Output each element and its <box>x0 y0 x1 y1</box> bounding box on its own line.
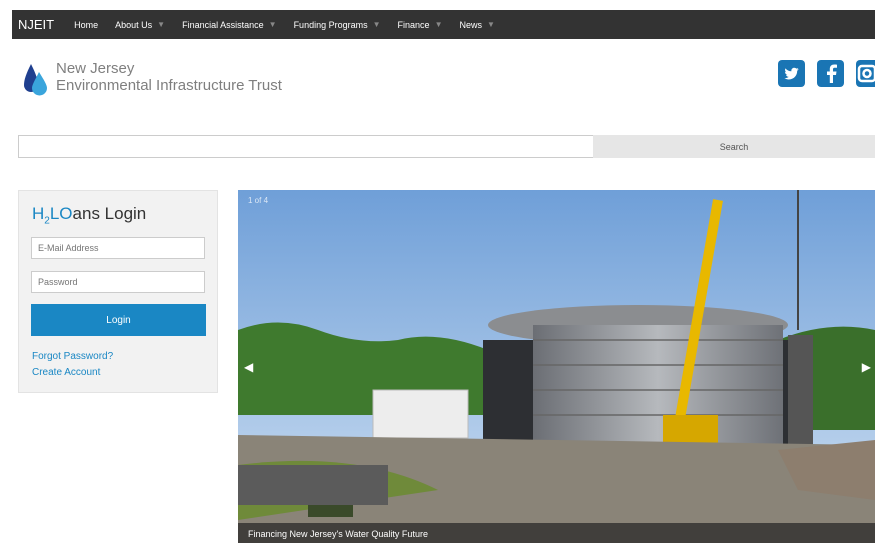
nav-financial-assistance-label: Financial Assistance <box>182 19 264 30</box>
nav-finance[interactable]: Finance ▼ <box>398 20 443 30</box>
instagram-icon[interactable] <box>856 60 875 87</box>
email-field[interactable] <box>31 237 205 259</box>
login-button[interactable]: Login <box>31 304 206 336</box>
nav-funding-programs-label: Funding Programs <box>293 19 368 30</box>
nav-home[interactable]: Home <box>74 20 98 30</box>
site-logo[interactable]: New Jersey Environmental Infrastructure … <box>22 60 282 98</box>
login-panel: H2LOans Login Login Forgot Password? Cre… <box>18 190 218 393</box>
nav-home-label: Home <box>74 19 99 30</box>
search-button[interactable]: Search <box>593 135 875 158</box>
logo-line2: Environmental Infrastructure Trust <box>56 77 282 94</box>
login-title-rest: ans Login <box>72 204 147 223</box>
logo-line1: New Jersey <box>56 60 135 77</box>
search-input[interactable] <box>18 135 594 158</box>
create-account-link[interactable]: Create Account <box>32 367 100 378</box>
forgot-password-link[interactable]: Forgot Password? <box>32 351 113 362</box>
chevron-down-icon: ▼ <box>372 20 381 29</box>
water-drops-icon <box>24 64 47 96</box>
login-title-lo: LO <box>49 204 73 223</box>
login-title: H2LOans Login <box>32 204 146 226</box>
login-title-h: H <box>32 204 45 223</box>
nav-about-us-label: About Us <box>115 19 153 30</box>
prev-slide-icon[interactable]: ◀ <box>244 360 253 374</box>
nav-about-us[interactable]: About Us ▼ <box>115 20 165 30</box>
nav-finance-label: Finance <box>397 19 430 30</box>
twitter-icon[interactable] <box>778 60 805 87</box>
password-field[interactable] <box>31 271 205 293</box>
nav-news-label: News <box>459 19 482 30</box>
social-links <box>778 60 875 87</box>
facebook-icon[interactable] <box>817 60 844 87</box>
next-slide-icon[interactable]: ▶ <box>862 360 871 374</box>
image-slider: 1 of 4 ◀ ▶ Financing New Jersey's Water … <box>238 190 875 543</box>
nav-funding-programs[interactable]: Funding Programs ▼ <box>294 20 381 30</box>
brand-link[interactable]: NJEIT <box>18 17 54 32</box>
slide-caption: Financing New Jersey's Water Quality Fut… <box>238 523 875 543</box>
nav-news[interactable]: News ▼ <box>459 20 494 30</box>
chevron-down-icon: ▼ <box>487 20 495 29</box>
chevron-down-icon: ▼ <box>268 20 277 29</box>
chevron-down-icon: ▼ <box>157 20 166 29</box>
slide-counter: 1 of 4 <box>248 196 269 205</box>
chevron-down-icon: ▼ <box>434 20 443 29</box>
top-navbar: NJEIT Home About Us ▼ Financial Assistanc… <box>12 10 875 39</box>
nav-financial-assistance[interactable]: Financial Assistance ▼ <box>182 20 276 30</box>
construction-photo <box>238 190 875 543</box>
